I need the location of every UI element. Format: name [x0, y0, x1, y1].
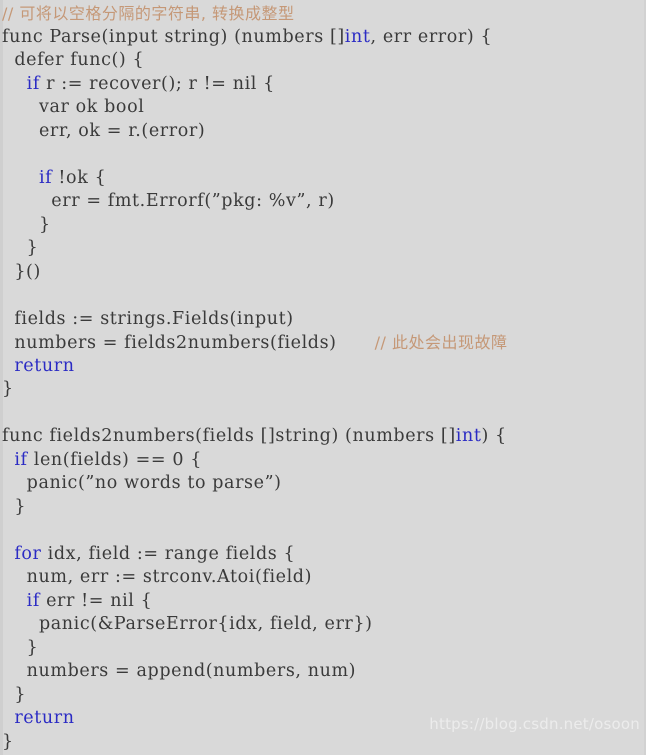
code-line: defer func() {	[2, 50, 145, 70]
code-line: if err != nil {	[26, 590, 153, 611]
code-line: }()	[2, 261, 41, 282]
watermark: https://blog.csdn.net/osoon	[429, 715, 640, 733]
code-line: }	[2, 238, 39, 258]
code-line: panic(&ParseError{idx, field, err})	[2, 614, 373, 634]
comment-text: // 可将以空格分隔的字符串, 转换成整型	[2, 4, 295, 23]
code-line: return	[14, 355, 75, 376]
code-line: // 可将以空格分隔的字符串, 转换成整型	[0, 2, 646, 26]
code-line: }	[2, 684, 27, 705]
code-line: func fields2numbers(fields []string) (nu…	[2, 426, 507, 446]
code-line: panic(”no words to parse”)	[2, 473, 282, 493]
inline-comment: // 此处会出现故障	[374, 333, 508, 352]
code-line: }	[2, 637, 39, 658]
code-line: for idx, field := range fields {	[14, 543, 296, 564]
code-line: func Parse(input string) (numbers []int,…	[2, 26, 493, 47]
code-block: // 可将以空格分隔的字符串, 转换成整型 func Parse(input st…	[0, 0, 646, 754]
code-line: numbers = append(numbers, num)	[2, 661, 357, 681]
code-line: }	[2, 731, 14, 752]
code-line: }	[2, 214, 51, 235]
code-line: if len(fields) == 0 {	[14, 449, 202, 470]
code-line: num, err := strconv.Atoi(field)	[2, 567, 313, 587]
code-line: numbers = fields2numbers(fields)// 此处会出现…	[2, 333, 508, 353]
code-line: err = fmt.Errorf(”pkg: %v”, r)	[2, 191, 335, 211]
code-line: }	[2, 496, 27, 517]
code-line: if r := recover(); r != nil {	[26, 73, 275, 94]
code-line: }	[2, 379, 14, 399]
code-line: err, ok = r.(error)	[2, 120, 206, 141]
code-line: if !ok {	[38, 167, 107, 188]
code-line: fields := strings.Fields(input)	[2, 308, 294, 329]
code-line: var ok bool	[2, 97, 145, 117]
